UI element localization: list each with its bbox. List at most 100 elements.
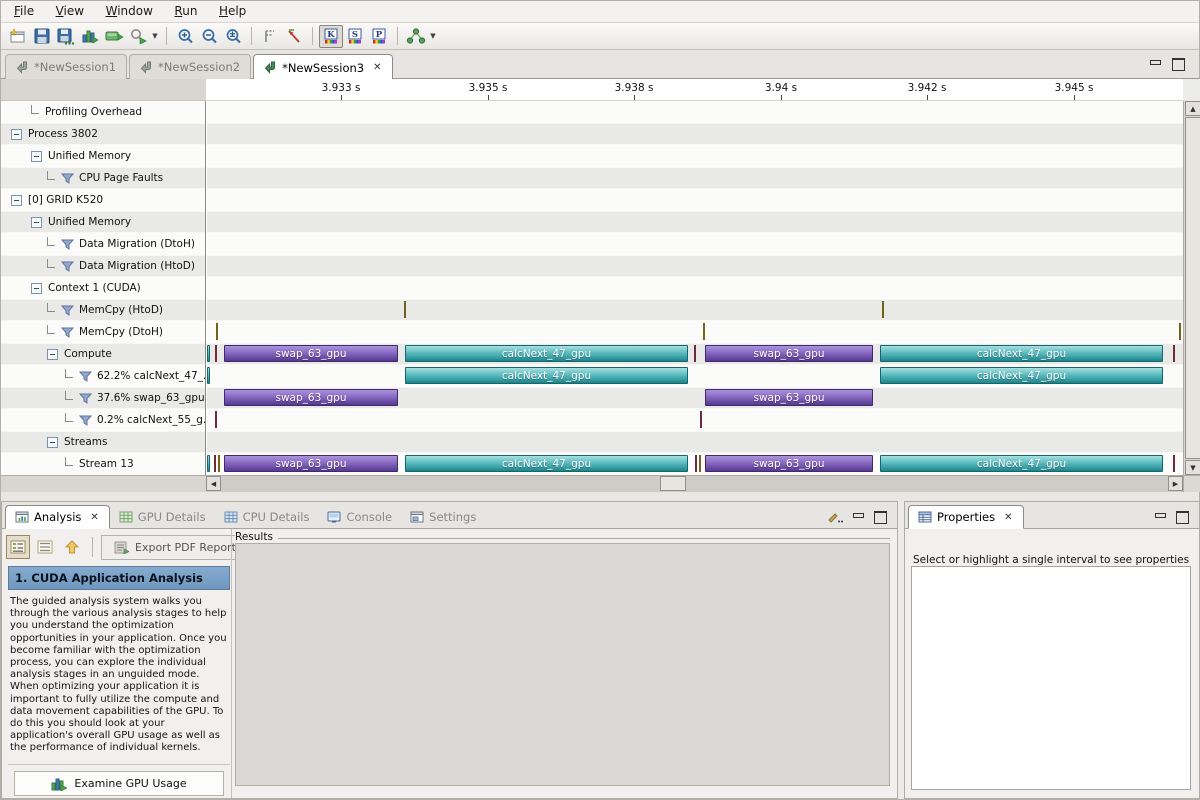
profile-application-button[interactable] <box>126 25 150 48</box>
process-coloring-button[interactable]: P <box>367 25 391 48</box>
collapse-toggle-icon[interactable] <box>31 283 42 294</box>
show-analysis-button[interactable] <box>78 25 102 48</box>
timeline-interval[interactable]: swap_63_gpu <box>224 455 398 472</box>
scroll-down-icon[interactable]: ▼ <box>1185 460 1200 475</box>
timeline-canvas[interactable]: swap_63_gpucalcNext_47_gpuswap_63_gpucal… <box>207 101 1183 475</box>
timeline-marker[interactable] <box>216 323 218 340</box>
timeline-track[interactable] <box>207 167 1183 189</box>
vertical-scroll-thumb[interactable] <box>1185 117 1200 459</box>
guided-analysis-icon[interactable] <box>6 535 30 559</box>
filter-icon[interactable] <box>79 393 92 404</box>
tab-newsession1[interactable]: *NewSession1 <box>5 54 127 79</box>
timeline-row-cpu-page-faults[interactable]: CPU Page Faults <box>1 167 205 189</box>
timeline-marker[interactable] <box>214 455 216 472</box>
tab-newsession3[interactable]: *NewSession3 ✕ <box>253 54 393 80</box>
call-hierarchy-button[interactable] <box>404 25 428 48</box>
filter-icon[interactable] <box>61 239 74 250</box>
timeline-row-data-migration-htod[interactable]: Data Migration (HtoD) <box>1 255 205 277</box>
timeline-marker[interactable] <box>1173 455 1175 472</box>
menu-file[interactable]: File <box>5 1 43 22</box>
scroll-left-icon[interactable]: ◀ <box>206 476 221 491</box>
timeline-track[interactable] <box>207 255 1183 277</box>
profile-dropdown-caret[interactable]: ▼ <box>150 25 160 48</box>
collapse-toggle-icon[interactable] <box>11 129 22 140</box>
timeline-track[interactable] <box>207 277 1183 299</box>
tab-console[interactable]: Console <box>318 505 401 529</box>
timeline-row-stream-13[interactable]: Stream 13 <box>1 453 205 475</box>
timeline-track[interactable] <box>207 431 1183 453</box>
timeline-marker[interactable] <box>703 323 705 340</box>
kernel-coloring-button[interactable]: K <box>319 25 343 48</box>
horizontal-scroll-thumb[interactable] <box>660 476 686 491</box>
minimize-icon[interactable] <box>852 511 865 522</box>
tab-analysis[interactable]: Analysis ✕ <box>5 505 110 529</box>
zoom-fit-button[interactable] <box>221 25 245 48</box>
timeline-marker[interactable] <box>215 411 217 428</box>
collapse-toggle-icon[interactable] <box>31 151 42 162</box>
timeline-row-memcpy-htod[interactable]: MemCpy (HtoD) <box>1 299 205 321</box>
maximize-icon[interactable] <box>874 511 887 522</box>
filter-icon[interactable] <box>61 261 74 272</box>
filter-icon[interactable] <box>79 371 92 382</box>
timeline-row-compute[interactable]: Compute <box>1 343 205 365</box>
up-stage-icon[interactable] <box>60 535 84 559</box>
timeline-track[interactable] <box>207 189 1183 211</box>
timeline-interval[interactable]: calcNext_47_gpu <box>405 345 688 362</box>
tab-gpu-details[interactable]: GPU Details <box>110 505 215 529</box>
timeline-interval[interactable] <box>207 455 210 472</box>
tree-dropdown-caret[interactable]: ▼ <box>428 25 438 48</box>
maximize-icon[interactable] <box>1172 58 1185 69</box>
timeline-track[interactable] <box>207 321 1183 343</box>
panel-sash[interactable] <box>1 492 1199 501</box>
timeline-track[interactable] <box>207 409 1183 431</box>
timeline-track[interactable] <box>207 145 1183 167</box>
timeline-row-streams[interactable]: Streams <box>1 431 205 453</box>
vertical-scrollbar[interactable]: ▲ ▼ <box>1183 101 1200 475</box>
timeline-track[interactable]: swap_63_gpucalcNext_47_gpuswap_63_gpucal… <box>207 453 1183 475</box>
export-pdf-button[interactable]: Export PDF Report <box>101 535 249 560</box>
timeline-interval[interactable]: calcNext_47_gpu <box>880 367 1163 384</box>
timeline-track[interactable]: calcNext_47_gpucalcNext_47_gpu <box>207 365 1183 387</box>
collapse-toggle-icon[interactable] <box>47 349 58 360</box>
close-tab-icon[interactable]: ✕ <box>89 512 99 523</box>
tab-newsession2[interactable]: *NewSession2 <box>129 54 251 79</box>
filter-icon[interactable] <box>61 173 74 184</box>
collapse-toggle-icon[interactable] <box>31 217 42 228</box>
timeline-interval[interactable]: calcNext_47_gpu <box>880 345 1163 362</box>
timeline-marker[interactable] <box>1173 345 1175 362</box>
timeline-interval[interactable] <box>207 345 210 362</box>
timeline-row-0-grid-k520[interactable]: [0] GRID K520 <box>1 189 205 211</box>
maximize-icon[interactable] <box>1176 511 1189 522</box>
timeline-row-unified-memory[interactable]: Unified Memory <box>1 211 205 233</box>
timeline-track[interactable] <box>207 101 1183 123</box>
marker-free-button[interactable] <box>258 25 282 48</box>
minimize-icon[interactable] <box>1149 58 1162 69</box>
close-tab-icon[interactable]: ✕ <box>1003 512 1013 523</box>
timeline-row-context-1-cuda[interactable]: Context 1 (CUDA) <box>1 277 205 299</box>
timeline-row-62-2-calcnext-47[interactable]: 62.2% calcNext_47_... <box>1 365 205 387</box>
timeline-marker[interactable] <box>695 455 697 472</box>
tab-cpu-details[interactable]: CPU Details <box>215 505 319 529</box>
timeline-marker[interactable] <box>215 345 217 362</box>
stream-coloring-button[interactable]: S <box>343 25 367 48</box>
timeline-track[interactable] <box>207 233 1183 255</box>
minimize-icon[interactable] <box>1154 511 1167 522</box>
timeline-marker[interactable] <box>404 301 406 318</box>
menu-window[interactable]: Window <box>97 1 162 22</box>
timeline-interval[interactable]: swap_63_gpu <box>705 389 873 406</box>
timeline-marker[interactable] <box>882 301 884 318</box>
timeline-track[interactable]: swap_63_gpuswap_63_gpu <box>207 387 1183 409</box>
timeline-track[interactable] <box>207 299 1183 321</box>
tab-settings[interactable]: Settings <box>401 505 485 529</box>
timeline-marker[interactable] <box>700 411 702 428</box>
new-session-button[interactable] <box>6 25 30 48</box>
timeline-interval[interactable] <box>207 367 210 384</box>
examine-gpu-usage-button[interactable]: Examine GPU Usage <box>14 771 224 796</box>
filter-icon[interactable] <box>61 327 74 338</box>
timeline-row-37-6-swap-63-gpu[interactable]: 37.6% swap_63_gpu <box>1 387 205 409</box>
collapse-toggle-icon[interactable] <box>47 437 58 448</box>
timeline-marker[interactable] <box>1179 323 1181 340</box>
timeline-marker[interactable] <box>694 345 696 362</box>
scroll-right-icon[interactable]: ▶ <box>1168 476 1183 491</box>
timeline-interval[interactable]: swap_63_gpu <box>705 345 873 362</box>
